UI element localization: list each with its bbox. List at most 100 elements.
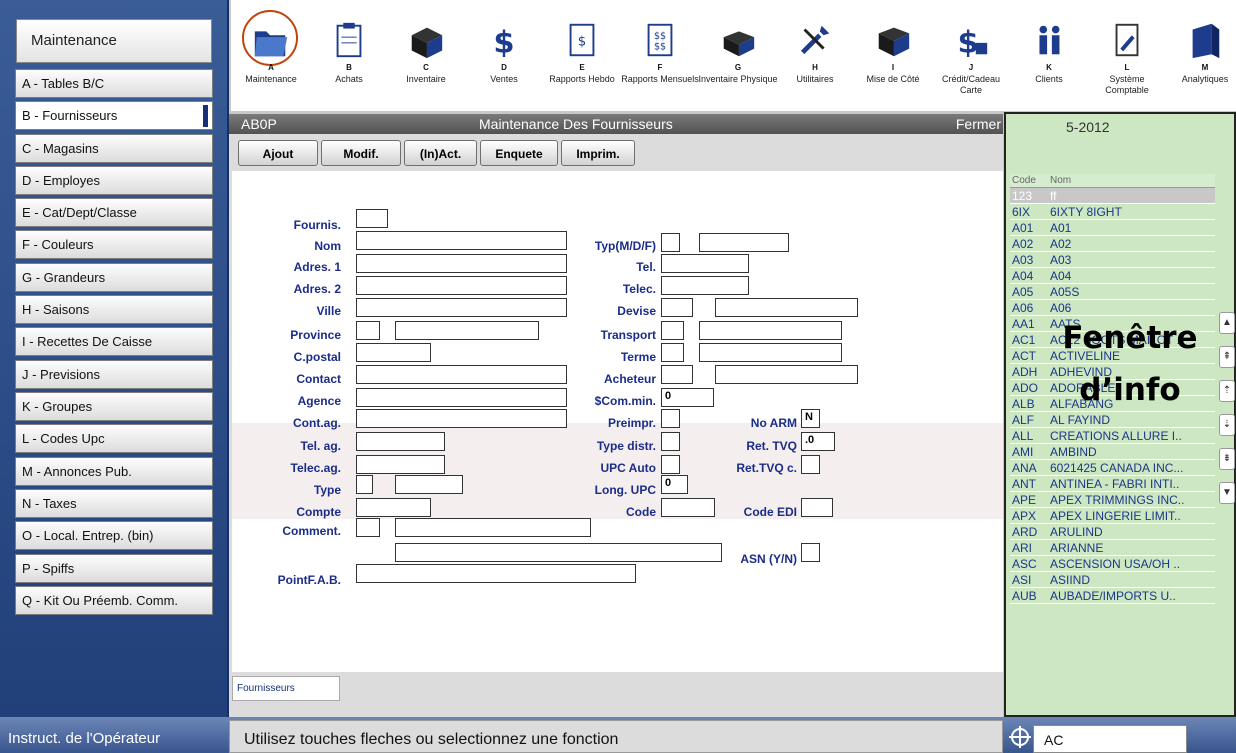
page-up-icon[interactable]: ⇞: [1219, 346, 1235, 368]
sidebar-item-p[interactable]: P - Spiffs: [15, 554, 213, 583]
telecag-field[interactable]: [356, 455, 445, 474]
list-item[interactable]: ASC ASCENSION USA/OH ..: [1010, 556, 1215, 572]
activate-button[interactable]: (In)Act.: [404, 140, 477, 166]
telec-label: Telec.: [622, 282, 656, 296]
sidebar-item-f[interactable]: F - Couleurs: [15, 230, 213, 259]
sidebar-item-o[interactable]: O - Local. Entrep. (bin): [15, 521, 213, 550]
scroll-bottom-icon[interactable]: ▼: [1219, 482, 1235, 504]
sidebar-item-q[interactable]: Q - Kit Ou Préemb. Comm.: [15, 586, 213, 615]
typ-name-field[interactable]: [699, 233, 789, 252]
comment-field[interactable]: [356, 518, 380, 537]
modify-button[interactable]: Modif.: [321, 140, 401, 166]
toolbar-clients-button[interactable]: K Clients: [1009, 12, 1089, 108]
noarm-field[interactable]: N: [801, 409, 820, 428]
upcauto-label: UPC Auto: [600, 461, 656, 475]
list-item[interactable]: APE APEX TRIMMINGS INC..: [1010, 492, 1215, 508]
toolbar-cr-dit-cadeau-carte-button[interactable]: $ J Crédit/Cadeau Carte: [931, 12, 1011, 108]
codeedi-field[interactable]: [801, 498, 833, 517]
tel-field[interactable]: [661, 254, 749, 273]
list-item[interactable]: A01 A01: [1010, 220, 1215, 236]
rettvq-field[interactable]: .0: [801, 432, 835, 451]
sidebar-item-i[interactable]: I - Recettes De Caisse: [15, 327, 213, 356]
sidebar-item-c[interactable]: C - Magasins: [15, 134, 213, 163]
line-down-icon[interactable]: ⇣: [1219, 414, 1235, 436]
toolbar-analytiques-button[interactable]: M Analytiques: [1165, 12, 1236, 108]
scroll-top-icon[interactable]: ▲: [1219, 312, 1235, 334]
list-item[interactable]: ANT ANTINEA - FABRI INTI..: [1010, 476, 1215, 492]
list-item[interactable]: 6IX 6IXTY 8IGHT: [1010, 204, 1215, 220]
terme-name-field[interactable]: [699, 343, 842, 362]
comment-text2-field[interactable]: [395, 543, 722, 562]
province-name-field[interactable]: [395, 321, 539, 340]
line-up-icon[interactable]: ⇡: [1219, 380, 1235, 402]
list-item[interactable]: ANA 6021425 CANADA INC...: [1010, 460, 1215, 476]
sidebar-item-b[interactable]: B - Fournisseurs: [15, 101, 213, 130]
type-name-field[interactable]: [395, 475, 463, 494]
toolbar-letter: K: [1046, 63, 1052, 72]
transport-field[interactable]: [661, 321, 684, 340]
transport-name-field[interactable]: [699, 321, 842, 340]
list-item[interactable]: AUB AUBADE/IMPORTS U..: [1010, 588, 1215, 604]
fournis-field[interactable]: [356, 209, 388, 228]
sidebar-item-j[interactable]: J - Previsions: [15, 360, 213, 389]
tab-fournisseurs[interactable]: Fournisseurs: [232, 676, 340, 701]
typ-field[interactable]: [661, 233, 680, 252]
toolbar-ventes-button[interactable]: $ D Ventes: [464, 12, 544, 108]
add-button[interactable]: Ajout: [238, 140, 318, 166]
sidebar-item-m[interactable]: M - Annonces Pub.: [15, 457, 213, 486]
close-button[interactable]: Fermer: [956, 116, 1001, 132]
toolbar-inventaire-button[interactable]: C Inventaire: [386, 12, 466, 108]
toolbar-inventaire-physique-button[interactable]: G Inventaire Physique: [698, 12, 778, 108]
print-button[interactable]: Imprim.: [561, 140, 635, 166]
scommin-field[interactable]: 0: [661, 388, 714, 407]
comment-text-field[interactable]: [395, 518, 591, 537]
acheteur-name-field[interactable]: [715, 365, 858, 384]
list-item[interactable]: ARI ARIANNE: [1010, 540, 1215, 556]
pointfab-field[interactable]: [356, 564, 636, 583]
sidebar-item-l[interactable]: L - Codes Upc: [15, 424, 213, 453]
page-down-icon[interactable]: ⇟: [1219, 448, 1235, 470]
toolbar-rapports-mensuels-button[interactable]: $$ $$ F Rapports Mensuels: [620, 12, 700, 108]
item-code: A02: [1012, 237, 1034, 251]
province-field[interactable]: [356, 321, 380, 340]
sidebar-item-n[interactable]: N - Taxes: [15, 489, 213, 518]
type-field[interactable]: [356, 475, 373, 494]
compte-field[interactable]: [356, 498, 431, 517]
list-item[interactable]: ARD ARULIND: [1010, 524, 1215, 540]
acheteur-field[interactable]: [661, 365, 693, 384]
toolbar-achats-button[interactable]: B Achats: [309, 12, 389, 108]
list-item[interactable]: ASI ASIIND: [1010, 572, 1215, 588]
asn-field[interactable]: [801, 543, 820, 562]
list-item[interactable]: AMI AMBIND: [1010, 444, 1215, 460]
toolbar-utilitaires-button[interactable]: H Utilitaires: [775, 12, 855, 108]
crosshair-icon[interactable]: [1009, 726, 1031, 748]
list-item[interactable]: A03 A03: [1010, 252, 1215, 268]
sidebar-item-e[interactable]: E - Cat/Dept/Classe: [15, 198, 213, 227]
list-item[interactable]: ALL CREATIONS ALLURE I..: [1010, 428, 1215, 444]
list-item[interactable]: A02 A02: [1010, 236, 1215, 252]
telag-field[interactable]: [356, 432, 445, 451]
toolbar-mise-de-c-t-button[interactable]: I Mise de Côté: [853, 12, 933, 108]
telec-field[interactable]: [661, 276, 749, 295]
noarm-label: No ARM: [750, 416, 797, 430]
toolbar-rapports-hebdo-button[interactable]: $ E Rapports Hebdo: [542, 12, 622, 108]
cpostal-field[interactable]: [356, 343, 431, 362]
sidebar-item-h[interactable]: H - Saisons: [15, 295, 213, 324]
toolbar-maintenance-button[interactable]: A Maintenance: [231, 10, 311, 108]
rettvqc-field[interactable]: [801, 455, 820, 474]
toolbar-syst-me-comptable-button[interactable]: L Système Comptable: [1087, 12, 1167, 108]
list-item[interactable]: 123 ff: [1010, 188, 1215, 204]
sidebar-item-g[interactable]: G - Grandeurs: [15, 263, 213, 292]
sidebar-item-k[interactable]: K - Groupes: [15, 392, 213, 421]
sidebar-item-a[interactable]: A - Tables B/C: [15, 69, 213, 98]
list-item[interactable]: A05 A05S: [1010, 284, 1215, 300]
devise-name-field[interactable]: [715, 298, 858, 317]
sidebar-item-d[interactable]: D - Employes: [15, 166, 213, 195]
terme-field[interactable]: [661, 343, 684, 362]
longupc-field[interactable]: 0: [661, 475, 688, 494]
item-code: ALL: [1012, 429, 1034, 443]
list-item[interactable]: APX APEX LINGERIE LIMIT..: [1010, 508, 1215, 524]
enquiry-button[interactable]: Enquete: [480, 140, 558, 166]
list-item[interactable]: A04 A04: [1010, 268, 1215, 284]
devise-field[interactable]: [661, 298, 693, 317]
